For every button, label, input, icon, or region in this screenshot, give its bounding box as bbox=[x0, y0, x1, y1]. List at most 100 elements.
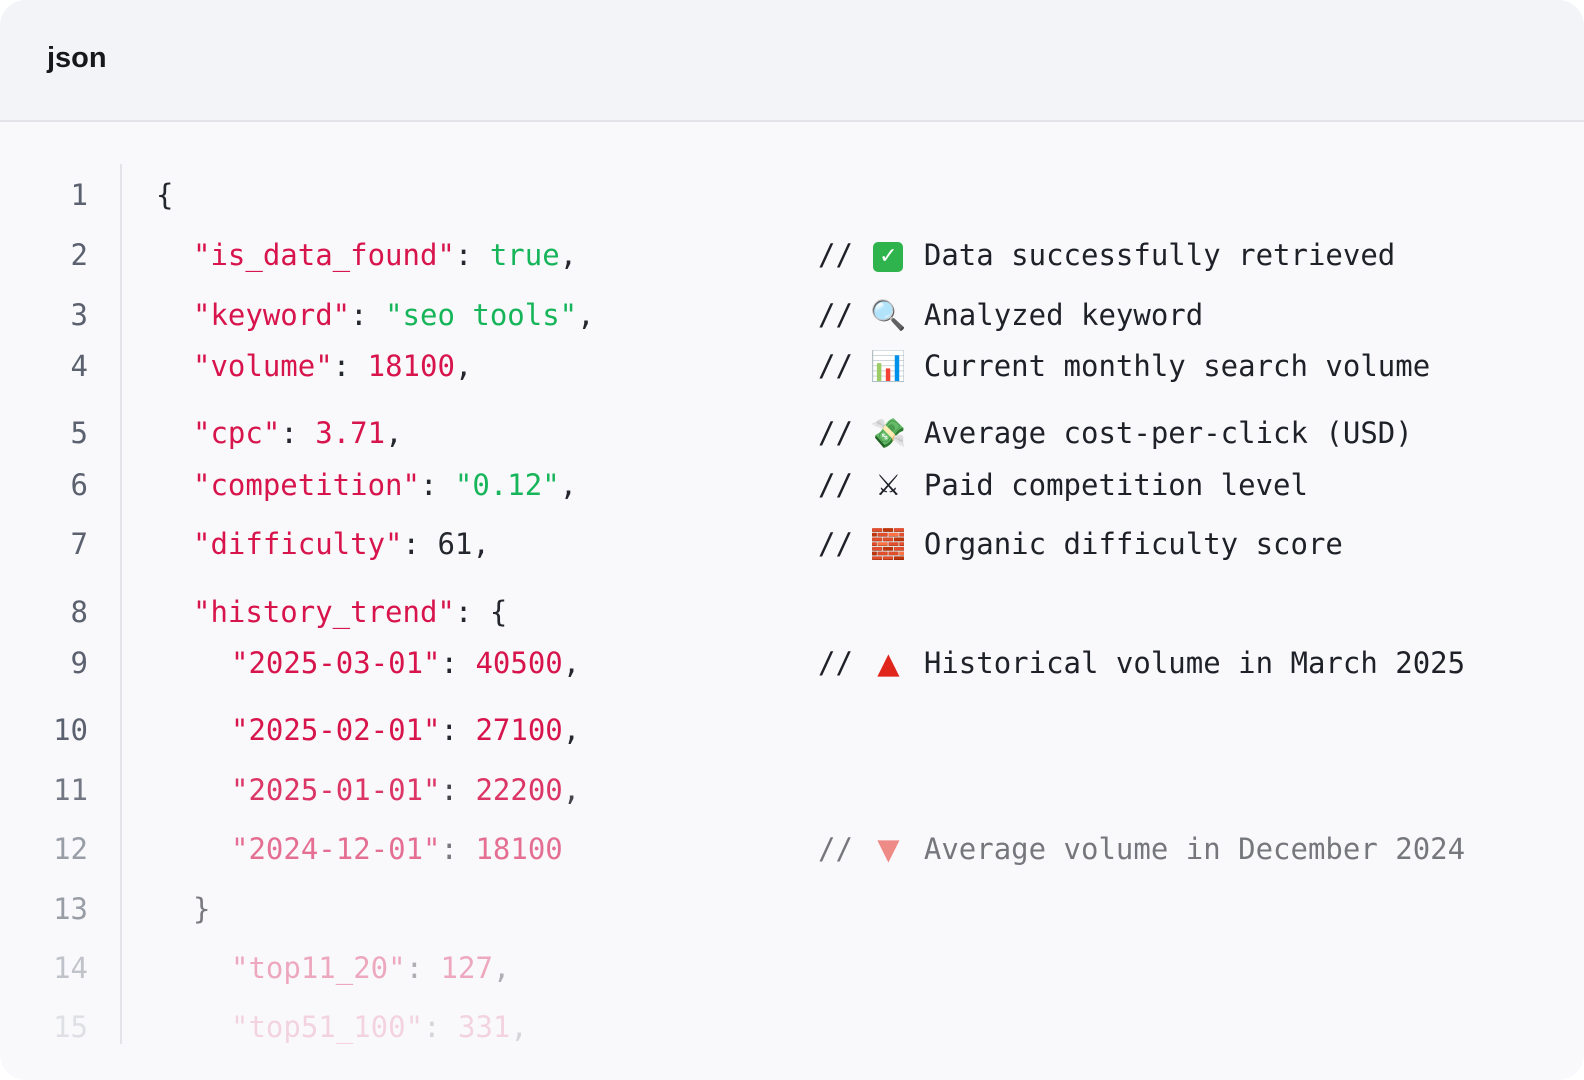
json-number: 61 bbox=[437, 527, 473, 561]
comment-marker: // bbox=[818, 349, 853, 383]
colon: : bbox=[440, 713, 476, 747]
json-key: "cpc" bbox=[193, 416, 281, 450]
colon: : bbox=[280, 416, 316, 450]
colon: : bbox=[423, 1010, 458, 1044]
code-line: 5 "cpc": 3.71, // 💸 Average cost-per-cli… bbox=[0, 408, 1584, 458]
line-number: 3 bbox=[70, 298, 88, 332]
json-number: 127 bbox=[440, 951, 493, 985]
json-key: "is_data_found" bbox=[193, 238, 455, 272]
comma: , bbox=[562, 646, 581, 680]
comment-text: Average volume in December 2024 bbox=[923, 832, 1466, 866]
crossed-swords-icon: ⚔ bbox=[875, 468, 902, 502]
red-triangle-up-icon: ▲ bbox=[877, 646, 900, 680]
comma: , bbox=[562, 773, 581, 807]
line-number: 6 bbox=[70, 468, 88, 502]
comment: // 💸 Average cost-per-click (USD) bbox=[818, 408, 1413, 458]
code-content: "volume": 18100, bbox=[193, 341, 472, 391]
code-content: "2024-12-01": 18100 bbox=[231, 824, 563, 874]
red-triangle-down-icon: ▼ bbox=[877, 832, 900, 866]
comment-marker: // bbox=[818, 468, 853, 502]
colon: : bbox=[419, 468, 455, 502]
colon: : bbox=[440, 773, 476, 807]
code-line: 1 { bbox=[0, 170, 1584, 220]
code-line: 15 "top51_100": 331, bbox=[0, 1002, 1584, 1052]
open-brace: { bbox=[156, 178, 174, 212]
code-line: 4 "volume": 18100, // 📊 Current monthly … bbox=[0, 341, 1584, 391]
line-number: 2 bbox=[70, 238, 88, 272]
comment-marker: // bbox=[818, 238, 853, 272]
json-string: "0.12" bbox=[454, 468, 560, 502]
code-content: "2025-01-01": 22200, bbox=[231, 765, 580, 815]
bar-chart-icon: 📊 bbox=[870, 349, 907, 383]
json-number: 331 bbox=[457, 1010, 511, 1044]
comma: , bbox=[559, 468, 578, 502]
line-number: 9 bbox=[70, 646, 88, 680]
comment-marker: // bbox=[818, 416, 853, 450]
json-key: "competition" bbox=[193, 468, 420, 502]
comment: // ▲ Historical volume in March 2025 bbox=[818, 638, 1465, 688]
comma: , bbox=[562, 713, 581, 747]
colon: : bbox=[402, 527, 438, 561]
code-content: "2025-02-01": 27100, bbox=[231, 705, 580, 755]
comment: // 📊 Current monthly search volume bbox=[818, 341, 1430, 391]
colon: : bbox=[405, 951, 441, 985]
json-key: "volume" bbox=[193, 349, 333, 383]
line-number: 4 bbox=[70, 349, 88, 383]
code-block-card: json 1 { 2 "is_data_found": true, // ✓ D… bbox=[0, 0, 1584, 1080]
colon: : bbox=[350, 298, 386, 332]
code-content: "history_trend": { bbox=[193, 587, 507, 637]
comment-marker: // bbox=[818, 527, 853, 561]
code-content: "cpc": 3.71, bbox=[193, 408, 403, 458]
code-block-header: json bbox=[0, 0, 1584, 122]
json-key: "2024-12-01" bbox=[231, 832, 441, 866]
comment: // ⚔ Paid competition level bbox=[818, 460, 1308, 510]
json-key: "top51_100" bbox=[231, 1010, 424, 1044]
code-line: 13 } bbox=[0, 884, 1584, 934]
json-boolean: true bbox=[489, 238, 560, 272]
magnifier-icon: 🔍 bbox=[870, 298, 907, 332]
line-number: 15 bbox=[53, 1010, 88, 1044]
comment-text: Historical volume in March 2025 bbox=[923, 646, 1466, 680]
json-number: 3.71 bbox=[315, 416, 386, 450]
code-line: 6 "competition": "0.12", // ⚔ Paid compe… bbox=[0, 460, 1584, 510]
line-number: 11 bbox=[53, 773, 88, 807]
colon: : bbox=[454, 238, 490, 272]
comment: // 🧱 Organic difficulty score bbox=[818, 519, 1343, 569]
json-number: 40500 bbox=[475, 646, 563, 680]
code-area[interactable]: 1 { 2 "is_data_found": true, // ✓ Data s… bbox=[0, 122, 1584, 1080]
comma: , bbox=[385, 416, 403, 450]
comma: , bbox=[492, 951, 511, 985]
json-key: "2025-03-01" bbox=[231, 646, 441, 680]
json-string: "seo tools" bbox=[385, 298, 578, 332]
code-line: 11 "2025-01-01": 22200, bbox=[0, 765, 1584, 815]
code-content: "keyword": "seo tools", bbox=[193, 290, 595, 340]
code-line: 2 "is_data_found": true, // ✓ Data succe… bbox=[0, 230, 1584, 280]
money-icon: 💸 bbox=[870, 416, 907, 450]
line-number: 8 bbox=[70, 595, 88, 629]
code-line: 9 "2025-03-01": 40500, // ▲ Historical v… bbox=[0, 638, 1584, 688]
comma: , bbox=[472, 527, 490, 561]
json-key: "2025-02-01" bbox=[231, 713, 441, 747]
close-brace: } bbox=[193, 892, 211, 926]
code-line: 7 "difficulty": 61, // 🧱 Organic difficu… bbox=[0, 519, 1584, 569]
comment-marker: // bbox=[818, 832, 853, 866]
json-number: 27100 bbox=[475, 713, 563, 747]
line-number: 13 bbox=[53, 892, 88, 926]
code-content: "top11_20": 127, bbox=[231, 943, 510, 993]
colon: : bbox=[332, 349, 368, 383]
check-mark-icon: ✓ bbox=[870, 230, 906, 280]
line-number: 7 bbox=[70, 527, 88, 561]
json-number: 18100 bbox=[367, 349, 455, 383]
code-line: 10 "2025-02-01": 27100, bbox=[0, 705, 1584, 755]
comma: , bbox=[454, 349, 473, 383]
comma: , bbox=[559, 238, 578, 272]
comment-text: Analyzed keyword bbox=[923, 298, 1204, 332]
comma: , bbox=[510, 1010, 528, 1044]
json-number: 22200 bbox=[475, 773, 563, 807]
colon: : bbox=[440, 646, 476, 680]
code-line: 8 "history_trend": { bbox=[0, 587, 1584, 637]
comment-text: Organic difficulty score bbox=[923, 527, 1343, 561]
comma: , bbox=[577, 298, 595, 332]
code-line: 14 "top11_20": 127, bbox=[0, 943, 1584, 993]
code-content: "is_data_found": true, bbox=[193, 230, 577, 280]
